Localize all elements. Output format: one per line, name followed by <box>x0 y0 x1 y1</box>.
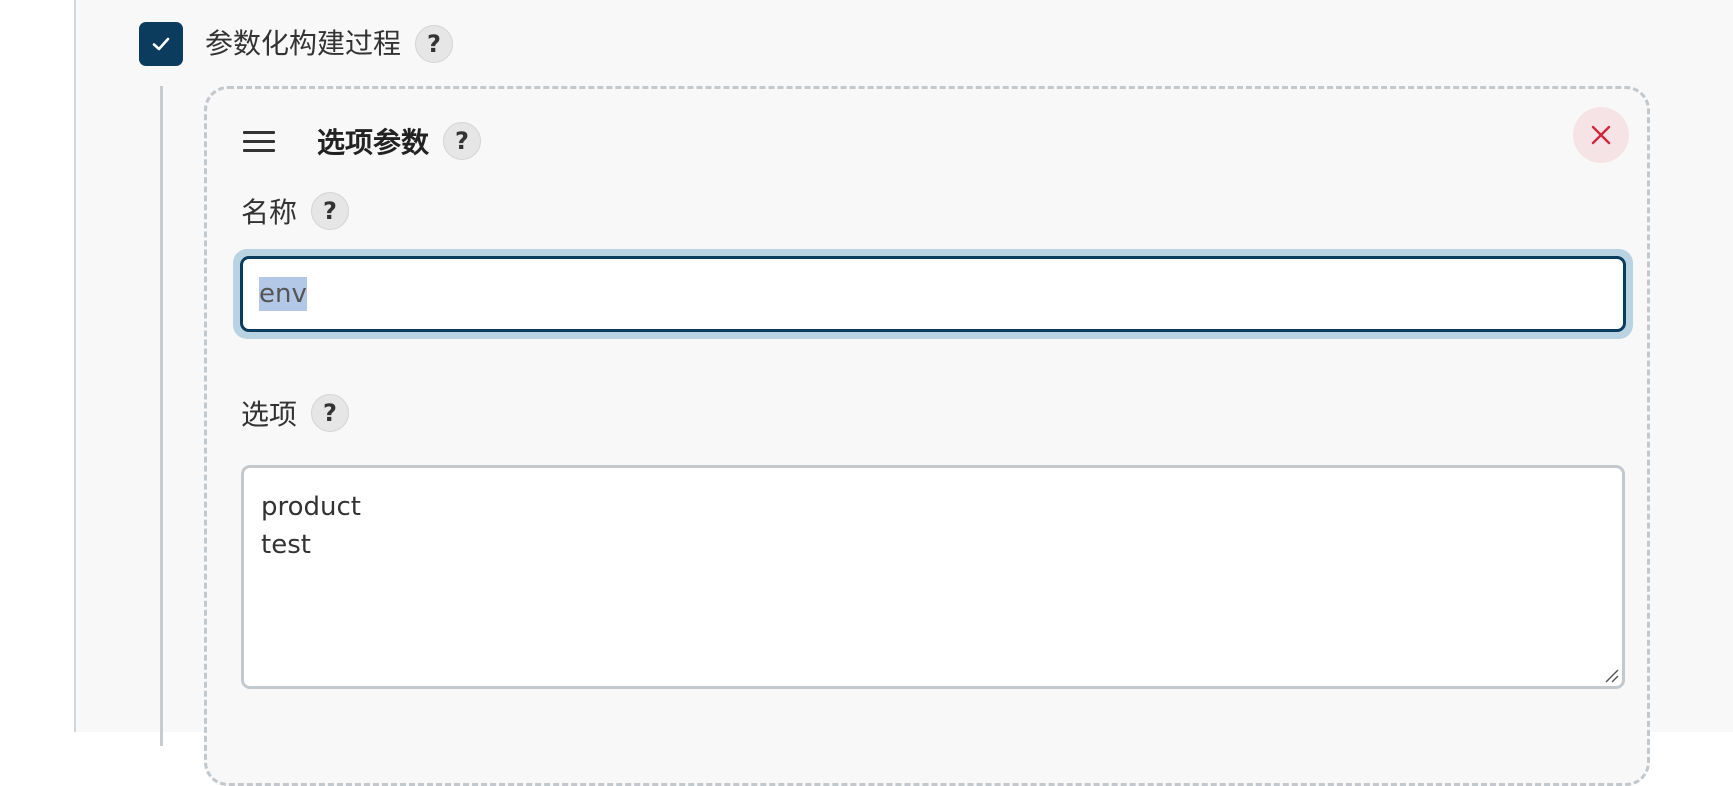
parameterized-build-row: 参数化构建过程 ? <box>139 22 454 66</box>
help-icon[interactable]: ? <box>311 192 350 230</box>
help-icon[interactable]: ? <box>311 394 350 432</box>
checkmark-icon <box>152 37 170 51</box>
nesting-line <box>160 86 163 746</box>
name-field-label: 名称 <box>241 196 298 229</box>
choice-parameter-card: 选项参数 ? 名称 ? env 选项 ? product test <box>204 86 1650 786</box>
choices-textarea[interactable]: product test <box>241 465 1625 689</box>
choice-line: test <box>261 530 311 560</box>
choices-field-label-row: 选项 ? <box>241 393 350 433</box>
choices-field-label: 选项 <box>241 398 298 431</box>
card-header: 选项参数 ? <box>243 119 482 163</box>
name-input-focus-ring: env <box>233 249 1633 339</box>
card-title: 选项参数 <box>317 126 430 159</box>
name-field-label-row: 名称 ? <box>241 191 350 231</box>
drag-handle-icon[interactable] <box>243 119 279 163</box>
name-input[interactable]: env <box>240 256 1626 332</box>
choice-line: product <box>261 492 362 522</box>
name-input-value: env <box>259 277 307 311</box>
parameterized-build-checkbox[interactable] <box>139 22 183 66</box>
help-icon[interactable]: ? <box>415 25 454 63</box>
parameterized-build-label: 参数化构建过程 <box>205 27 402 60</box>
resize-grip-icon[interactable] <box>1603 667 1619 683</box>
help-icon[interactable]: ? <box>443 122 482 160</box>
close-icon <box>1591 125 1611 145</box>
delete-parameter-button[interactable] <box>1573 107 1629 163</box>
